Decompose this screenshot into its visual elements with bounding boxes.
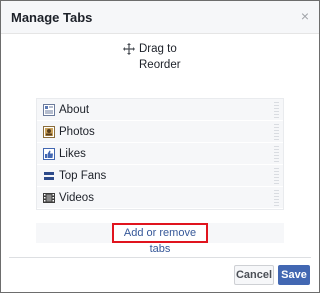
add-or-remove-tabs-link[interactable]: Add or remove tabs xyxy=(112,223,208,255)
manage-tabs-dialog: Manage Tabs × Drag to Reorder About Phot… xyxy=(0,0,320,293)
tab-item-top-fans[interactable]: Top Fans xyxy=(37,165,283,187)
move-icon xyxy=(123,43,135,55)
likes-icon xyxy=(43,148,55,160)
tab-label: Likes xyxy=(59,148,86,160)
drag-hint-line1: Drag to xyxy=(139,43,177,55)
save-button[interactable]: Save xyxy=(278,265,310,285)
drag-handle[interactable] xyxy=(274,168,279,184)
dialog-header: Manage Tabs × xyxy=(1,1,319,34)
tab-list: About Photos Likes Top Fans Videos xyxy=(36,98,284,210)
add-remove-row: Add or remove tabs xyxy=(36,223,284,255)
footer-divider xyxy=(9,257,311,258)
tab-item-videos[interactable]: Videos xyxy=(37,187,283,209)
dialog-title: Manage Tabs xyxy=(11,10,93,25)
drag-to-reorder-hint: Drag to Reorder xyxy=(1,41,319,77)
drag-hint-text: Drag to Reorder xyxy=(139,41,219,73)
about-icon xyxy=(43,104,55,116)
drag-handle[interactable] xyxy=(274,190,279,206)
drag-hint-line2: Reorder xyxy=(139,59,181,71)
tab-label: About xyxy=(59,104,90,116)
tab-item-about[interactable]: About xyxy=(37,99,283,121)
tab-label: Videos xyxy=(59,192,94,204)
tab-label: Photos xyxy=(59,126,95,138)
drag-handle[interactable] xyxy=(274,124,279,140)
drag-handle[interactable] xyxy=(274,102,279,118)
tab-label: Top Fans xyxy=(59,170,107,182)
photos-icon xyxy=(43,126,55,138)
videos-icon xyxy=(43,193,55,203)
close-icon[interactable]: × xyxy=(301,8,309,24)
top-fans-icon xyxy=(43,170,55,182)
tab-item-photos[interactable]: Photos xyxy=(37,121,283,143)
drag-handle[interactable] xyxy=(274,146,279,162)
cancel-button[interactable]: Cancel xyxy=(234,265,274,285)
tab-item-likes[interactable]: Likes xyxy=(37,143,283,165)
